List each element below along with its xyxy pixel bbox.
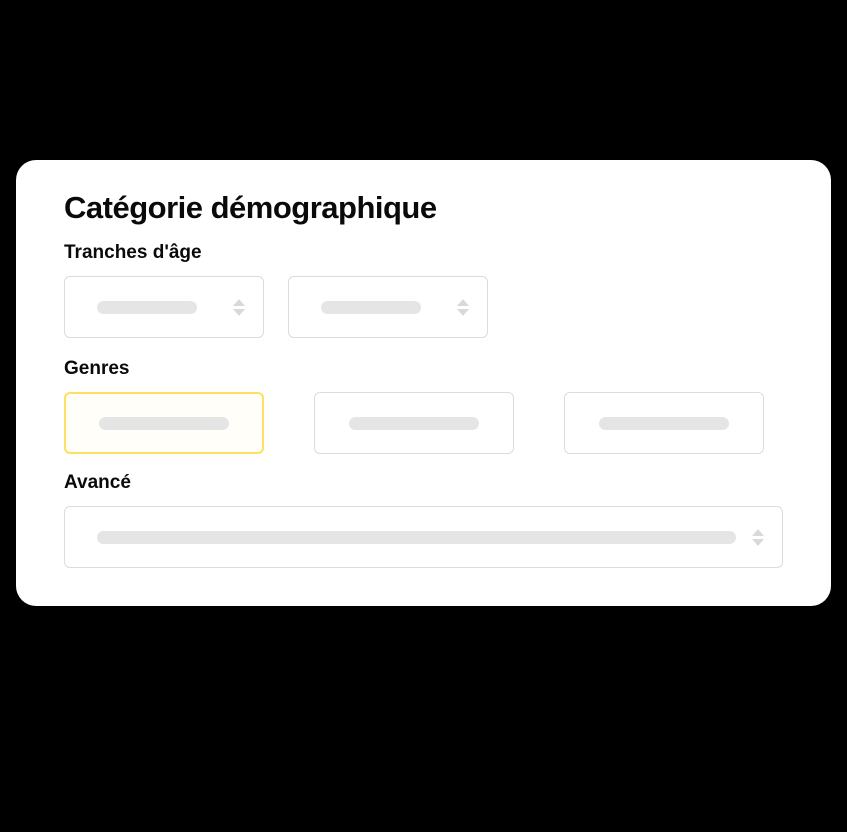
- placeholder-skeleton: [321, 301, 421, 314]
- chevron-up-icon: [752, 529, 764, 536]
- card-title: Catégorie démographique: [64, 190, 783, 226]
- chevron-up-icon: [457, 299, 469, 306]
- genre-option-3[interactable]: [564, 392, 764, 454]
- stepper-icon: [752, 529, 764, 546]
- age-range-select-2[interactable]: [288, 276, 488, 338]
- advanced-select[interactable]: [64, 506, 783, 568]
- chevron-down-icon: [233, 309, 245, 316]
- stepper-icon: [233, 299, 245, 316]
- placeholder-skeleton: [599, 417, 729, 430]
- age-range-select-1[interactable]: [64, 276, 264, 338]
- chevron-down-icon: [457, 309, 469, 316]
- genres-section-label: Genres: [64, 358, 783, 380]
- placeholder-skeleton: [99, 417, 229, 430]
- placeholder-skeleton: [349, 417, 479, 430]
- chevron-up-icon: [233, 299, 245, 306]
- age-row: [64, 276, 783, 338]
- advanced-section-label: Avancé: [64, 472, 783, 494]
- genres-row: [64, 392, 783, 454]
- stepper-icon: [457, 299, 469, 316]
- age-section-label: Tranches d'âge: [64, 242, 783, 264]
- placeholder-skeleton: [97, 301, 197, 314]
- genre-option-1[interactable]: [64, 392, 264, 454]
- demographic-category-card: Catégorie démographique Tranches d'âge G…: [16, 160, 831, 606]
- placeholder-skeleton: [97, 531, 736, 544]
- chevron-down-icon: [752, 539, 764, 546]
- genre-option-2[interactable]: [314, 392, 514, 454]
